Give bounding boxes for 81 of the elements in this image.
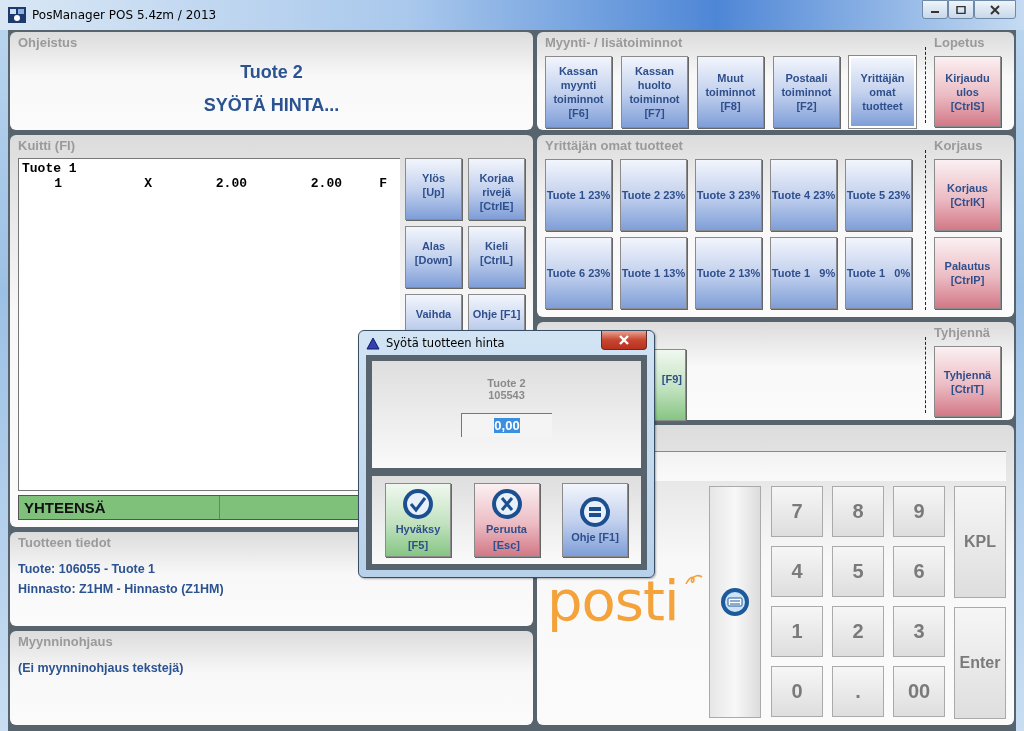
keypad-key[interactable]: 8 <box>832 486 884 537</box>
panel-title: Yrittäjän omat tuotteet <box>545 138 683 153</box>
minimize-button[interactable] <box>922 0 948 19</box>
close-button[interactable] <box>974 0 1016 19</box>
product-button[interactable]: Tuote 2 13% <box>695 237 762 309</box>
multiply-text: X <box>143 176 152 191</box>
prompt-text: SYÖTÄ HINTA... <box>203 95 340 116</box>
dialog-button[interactable]: Peruuta [Esc] <box>473 483 540 557</box>
product-name: Tuote 2 <box>240 62 303 83</box>
info-text: Tuote: 106055 - Tuote 1 <box>18 562 156 576</box>
product-button[interactable]: Tuote 1 0% <box>845 237 912 309</box>
close-button[interactable] <box>601 331 647 350</box>
dialog-button[interactable]: Ohje [F1] <box>562 483 628 557</box>
dialog-button[interactable]: Hyväksy [F5] <box>385 483 451 557</box>
receipt-item-name: Tuote 1 <box>22 161 77 176</box>
warning-icon <box>366 336 380 350</box>
cross-icon <box>490 488 523 520</box>
panel-title: Korjaus <box>934 138 983 153</box>
panel-title: Ohjeistus <box>18 35 78 50</box>
swirl-icon <box>685 574 703 586</box>
keypad-key[interactable]: 5 <box>832 546 884 597</box>
product-name: Tuote 2 <box>487 377 526 389</box>
quantity-text: 1 <box>53 176 62 191</box>
close-icon <box>618 335 630 345</box>
price-field[interactable]: 0,00 <box>461 413 552 437</box>
close-icon <box>990 4 1000 15</box>
maximize-icon <box>956 5 966 14</box>
panel-title: Tuotteen tiedot <box>18 535 111 550</box>
keypad-key[interactable]: 00 <box>893 666 945 717</box>
function-button[interactable]: Yrittäjän omat tuotteet <box>849 56 916 128</box>
keypad-key[interactable]: Enter <box>954 607 1006 719</box>
receipt-button[interactable]: Alas [Down] <box>405 226 462 288</box>
correction-button[interactable]: Korjaus [CtrlK] <box>934 159 1001 231</box>
keypad-key[interactable]: KPL <box>954 486 1006 598</box>
maximize-button[interactable] <box>948 0 974 19</box>
keypad-key[interactable]: 9 <box>893 486 945 537</box>
guidance-text: (Ei myynninohjaus tekstejä) <box>18 661 184 675</box>
product-button[interactable]: Tuote 2 23% <box>620 159 687 231</box>
keypad-key[interactable]: 7 <box>771 486 823 537</box>
app-icon <box>8 7 26 23</box>
keypad-key[interactable]: 4 <box>771 546 823 597</box>
product-button[interactable]: Tuote 1 23% <box>545 159 612 231</box>
product-button[interactable]: Tuote 5 23% <box>845 159 912 231</box>
line-total-text: 2.00 <box>309 176 342 191</box>
window-title: PosManager POS 5.4zm / 2013 <box>32 8 217 22</box>
function-button[interactable]: Postaali toiminnot [F2] <box>773 56 840 128</box>
logout-button[interactable]: Kirjaudu ulos [CtrlS] <box>934 56 1001 127</box>
keypad-key[interactable]: 0 <box>771 666 823 717</box>
correction-button[interactable]: Palautus [CtrlP] <box>934 237 1001 309</box>
product-code: 105543 <box>488 389 525 401</box>
logo-text: posti <box>546 568 679 633</box>
receipt-button[interactable]: Ylös [Up] <box>405 158 462 220</box>
panel-title: Lopetus <box>934 35 985 50</box>
function-button[interactable]: Kassan huolto toiminnot [F7] <box>621 56 688 128</box>
keypad-key[interactable]: 1 <box>771 606 823 657</box>
product-button[interactable]: Tuote 3 23% <box>695 159 762 231</box>
keypad-key[interactable]: . <box>832 666 884 717</box>
stack-icon <box>579 496 611 528</box>
keypad-key[interactable]: 2 <box>832 606 884 657</box>
tax-code-text: F <box>378 176 387 191</box>
keypad-key[interactable]: 3 <box>893 606 945 657</box>
function-button[interactable]: Muut toiminnot [F8] <box>697 56 764 128</box>
product-button[interactable]: Tuote 1 9% <box>770 237 837 309</box>
function-button[interactable]: Kassan myynti toiminnot [F6] <box>545 56 612 128</box>
price-text: 2.00 <box>214 176 247 191</box>
clear-button[interactable]: Tyhjennä [CtrlT] <box>934 346 1001 417</box>
product-button[interactable]: Tuote 1 13% <box>620 237 687 309</box>
keyboard-button[interactable] <box>709 486 761 718</box>
keyboard-icon <box>720 587 750 617</box>
panel-title: Myynti- / lisätoiminnot <box>545 35 683 50</box>
receipt-button[interactable]: Korjaa rivejä [CtrlE] <box>468 158 525 220</box>
product-button[interactable]: Tuote 4 23% <box>770 159 837 231</box>
panel-title: Kuitti (FI) <box>18 138 76 153</box>
product-button[interactable]: Tuote 6 23% <box>545 237 612 309</box>
receipt-button[interactable]: Kieli [CtrlL] <box>468 226 525 288</box>
keypad-key[interactable]: 6 <box>893 546 945 597</box>
info-text: Hinnasto: Z1HM - Hinnasto (Z1HM) <box>18 582 224 596</box>
panel-title: Tyhjennä <box>934 325 991 340</box>
panel-title: Myynninohjaus <box>18 634 113 649</box>
total-label: YHTEENSÄ <box>23 499 106 516</box>
check-icon <box>402 488 434 520</box>
